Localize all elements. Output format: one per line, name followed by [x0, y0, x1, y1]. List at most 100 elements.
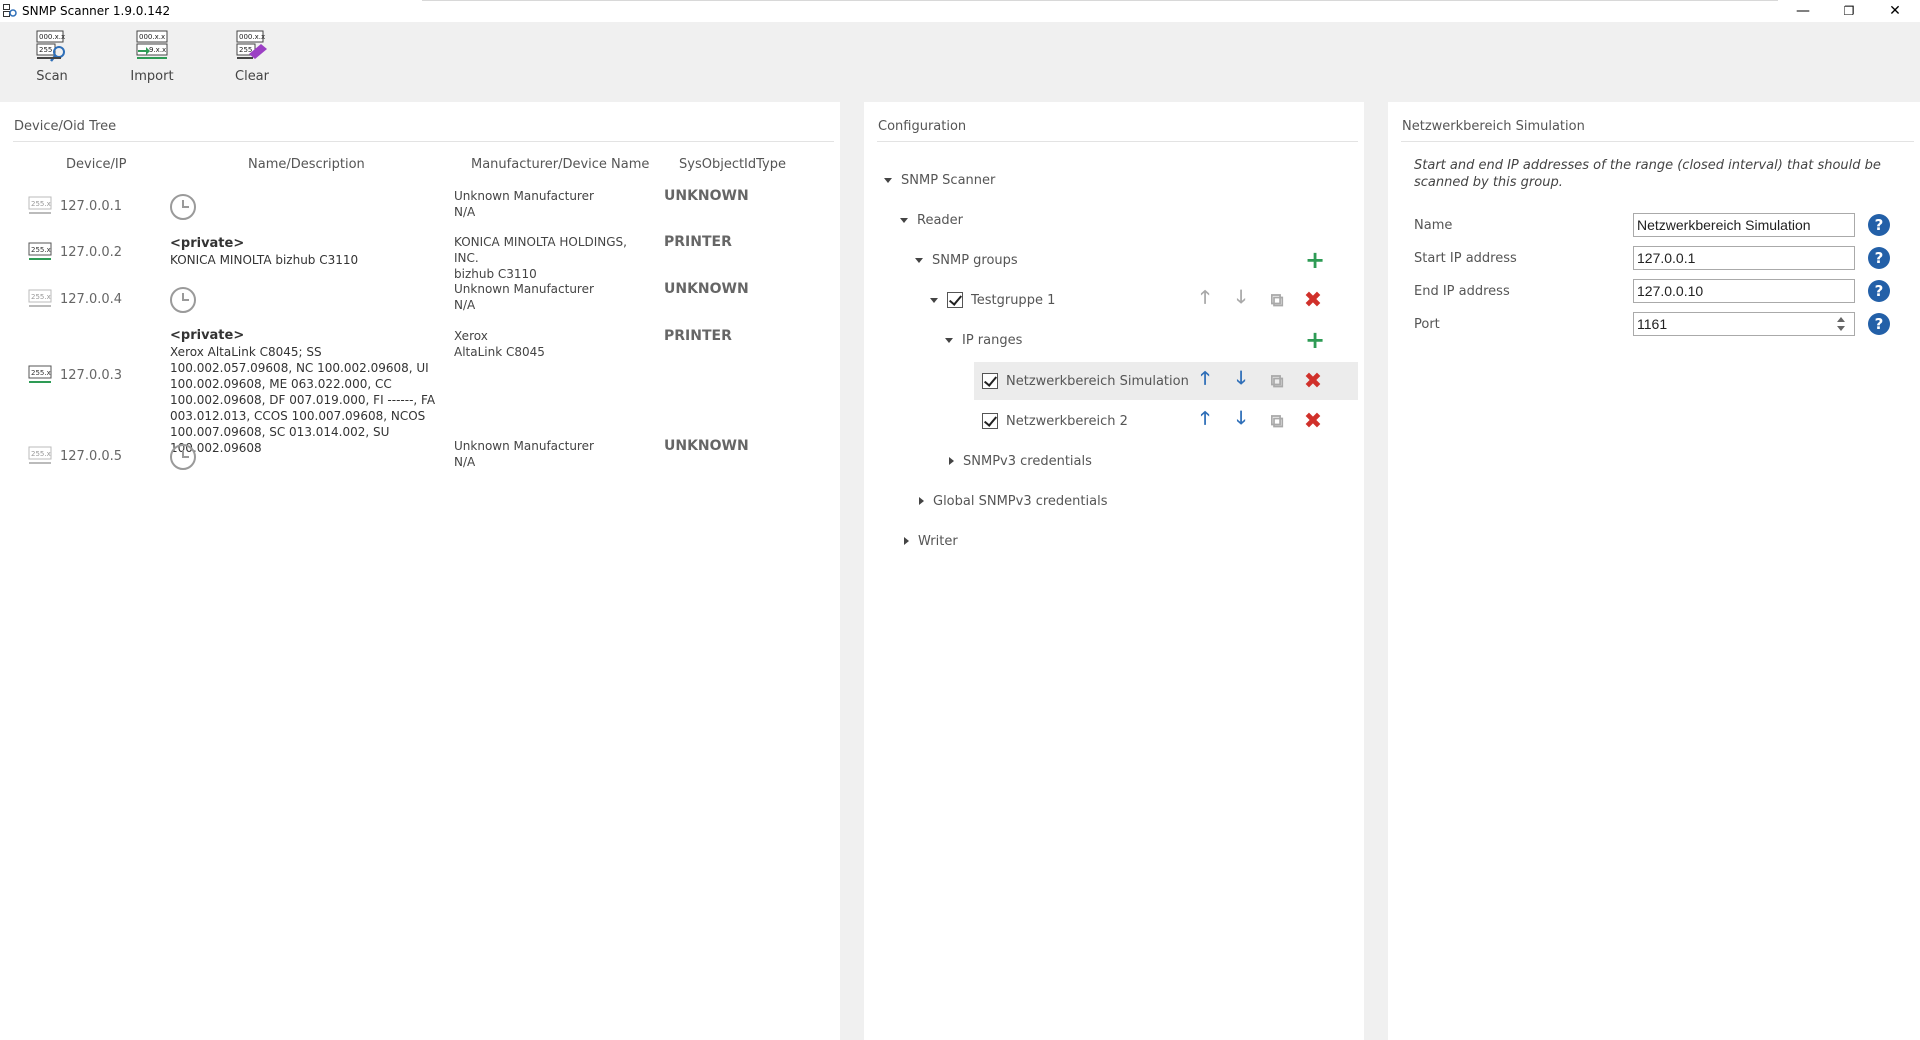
group-checkbox[interactable] — [947, 292, 963, 308]
add-range-icon[interactable]: + — [1304, 326, 1326, 354]
tree-node-label: Writer — [918, 533, 958, 549]
tree-node-range-2[interactable]: Netzwerkbereich 2 — [982, 408, 1128, 434]
network-device-icon: 255.x — [28, 289, 52, 307]
table-row[interactable]: 255.x 127.0.0.5 Unknown Manufacturer N/A… — [0, 436, 830, 476]
port-input[interactable] — [1633, 312, 1855, 336]
spin-down-icon[interactable] — [1837, 326, 1845, 331]
svg-text:255: 255 — [239, 46, 252, 54]
spin-up-icon[interactable] — [1837, 317, 1845, 322]
collapse-caret-icon[interactable] — [904, 537, 909, 545]
tree-node-label: Testgruppe 1 — [971, 292, 1056, 308]
sys-object-type: UNKNOWN — [664, 188, 749, 204]
copy-icon[interactable]: ⧉ — [1266, 410, 1288, 432]
move-up-icon[interactable]: 🡑 — [1194, 287, 1216, 311]
device-ip: 127.0.0.1 — [60, 199, 123, 214]
end-ip-input[interactable] — [1633, 279, 1855, 303]
clear-icon: 000.x.x 255 — [236, 30, 267, 59]
port-spinner[interactable] — [1828, 313, 1854, 335]
range-checkbox[interactable] — [982, 413, 998, 429]
tree-node-label: Reader — [917, 212, 964, 228]
help-icon[interactable]: ? — [1868, 280, 1890, 302]
tree-node-writer[interactable]: Writer — [904, 528, 958, 554]
copy-icon[interactable]: ⧉ — [1266, 370, 1288, 392]
manufacturer-name: Xerox — [454, 329, 488, 343]
add-group-icon[interactable]: + — [1304, 246, 1326, 274]
copy-icon[interactable]: ⧉ — [1266, 289, 1288, 311]
svg-text:255.x: 255.x — [31, 450, 51, 458]
expand-caret-icon[interactable] — [900, 217, 908, 223]
tree-node-global-snmpv3[interactable]: Global SNMPv3 credentials — [919, 488, 1107, 514]
svg-text:255.x: 255.x — [31, 369, 51, 377]
help-icon[interactable]: ? — [1868, 214, 1890, 236]
device-name: AltaLink C8045 — [454, 345, 545, 359]
column-device-ip[interactable]: Device/IP — [66, 157, 127, 172]
delete-icon[interactable]: ✖ — [1302, 369, 1324, 394]
tree-node-snmpv3-credentials[interactable]: SNMPv3 credentials — [949, 448, 1092, 474]
close-button[interactable]: ✕ — [1872, 0, 1918, 22]
table-row[interactable]: 255.x 127.0.0.1 Unknown Manufacturer N/A… — [0, 186, 830, 226]
import-icon: 000.x.x 9.x.x — [136, 30, 168, 59]
manufacturer-name: Unknown Manufacturer — [454, 439, 594, 453]
manufacturer-name: Unknown Manufacturer — [454, 282, 594, 296]
sys-object-type: UNKNOWN — [664, 281, 749, 297]
manufacturer-cell: Unknown Manufacturer N/A — [454, 281, 654, 313]
tree-node-ip-ranges[interactable]: IP ranges — [945, 327, 1022, 353]
configuration-panel: Configuration SNMP Scanner Reader SNMP g… — [864, 102, 1364, 1040]
name-input[interactable] — [1633, 213, 1855, 237]
tree-node-testgruppe-1[interactable]: Testgruppe 1 — [930, 287, 1055, 313]
svg-text:255.x: 255.x — [31, 200, 51, 208]
column-manufacturer[interactable]: Manufacturer/Device Name — [471, 157, 649, 172]
expand-caret-icon[interactable] — [945, 337, 953, 343]
manufacturer-cell: Xerox AltaLink C8045 — [454, 328, 654, 360]
minimize-button[interactable]: — — [1780, 0, 1826, 22]
clear-button[interactable]: 000.x.x 255 Clear — [212, 30, 292, 92]
move-down-icon[interactable]: 🡓 — [1230, 408, 1252, 432]
move-up-icon[interactable]: 🡑 — [1194, 408, 1216, 432]
tree-node-label: Netzwerkbereich Simulation — [1006, 373, 1189, 389]
expand-caret-icon[interactable] — [915, 257, 923, 263]
tree-node-range-simulation[interactable]: Netzwerkbereich Simulation — [982, 368, 1189, 394]
move-down-icon[interactable]: 🡓 — [1230, 368, 1252, 392]
svg-text:255.x: 255.x — [31, 293, 51, 301]
import-button[interactable]: 000.x.x 9.x.x Import — [112, 30, 192, 92]
expand-caret-icon[interactable] — [930, 297, 938, 303]
device-ip: 127.0.0.3 — [60, 368, 123, 383]
scan-button[interactable]: 000.x.x 255 Scan — [12, 30, 92, 92]
title-bar: SNMP Scanner 1.9.0.142 — ❐ ✕ — [0, 0, 1920, 22]
collapse-caret-icon[interactable] — [949, 457, 954, 465]
name-description-cell: <private> KONICA MINOLTA bizhub C3110 — [170, 236, 440, 268]
column-name-description[interactable]: Name/Description — [248, 157, 365, 172]
start-ip-input[interactable] — [1633, 246, 1855, 270]
pending-clock-icon — [170, 444, 196, 470]
tree-node-snmp-scanner[interactable]: SNMP Scanner — [884, 167, 995, 193]
manufacturer-name: KONICA MINOLTA HOLDINGS, INC. — [454, 235, 627, 265]
tree-node-reader[interactable]: Reader — [900, 207, 963, 233]
table-row[interactable]: 255.x 127.0.0.4 Unknown Manufacturer N/A… — [0, 279, 830, 319]
device-tree-rule — [13, 141, 834, 142]
tree-node-label: SNMP groups — [932, 252, 1018, 268]
delete-icon[interactable]: ✖ — [1302, 288, 1324, 313]
tree-node-snmp-groups[interactable]: SNMP groups — [915, 247, 1018, 273]
manufacturer-name: Unknown Manufacturer — [454, 189, 594, 203]
table-row[interactable]: 255.x 127.0.0.3 <private> Xerox AltaLink… — [0, 326, 830, 455]
svg-text:000.x.x: 000.x.x — [239, 33, 265, 41]
device-name-private: <private> — [170, 236, 245, 251]
device-ip: 127.0.0.5 — [60, 449, 123, 464]
column-sysobjectidtype[interactable]: SysObjectIdType — [679, 157, 786, 172]
details-panel: Netzwerkbereich Simulation Start and end… — [1388, 102, 1920, 1040]
move-up-icon[interactable]: 🡑 — [1194, 368, 1216, 392]
expand-caret-icon[interactable] — [884, 177, 892, 183]
tree-node-label: SNMP Scanner — [901, 172, 996, 188]
svg-text:255: 255 — [39, 46, 52, 54]
restore-button[interactable]: ❐ — [1826, 0, 1872, 22]
device-tree-title: Device/Oid Tree — [14, 119, 117, 134]
delete-icon[interactable]: ✖ — [1302, 409, 1324, 434]
help-icon[interactable]: ? — [1868, 247, 1890, 269]
move-down-icon[interactable]: 🡓 — [1230, 287, 1252, 311]
range-checkbox[interactable] — [982, 373, 998, 389]
table-row[interactable]: 255.x 127.0.0.2 <private> KONICA MINOLTA… — [0, 232, 830, 281]
help-icon[interactable]: ? — [1868, 313, 1890, 335]
collapse-caret-icon[interactable] — [919, 497, 924, 505]
window-title: SNMP Scanner 1.9.0.142 — [22, 4, 171, 18]
device-ip: 127.0.0.4 — [60, 292, 123, 307]
